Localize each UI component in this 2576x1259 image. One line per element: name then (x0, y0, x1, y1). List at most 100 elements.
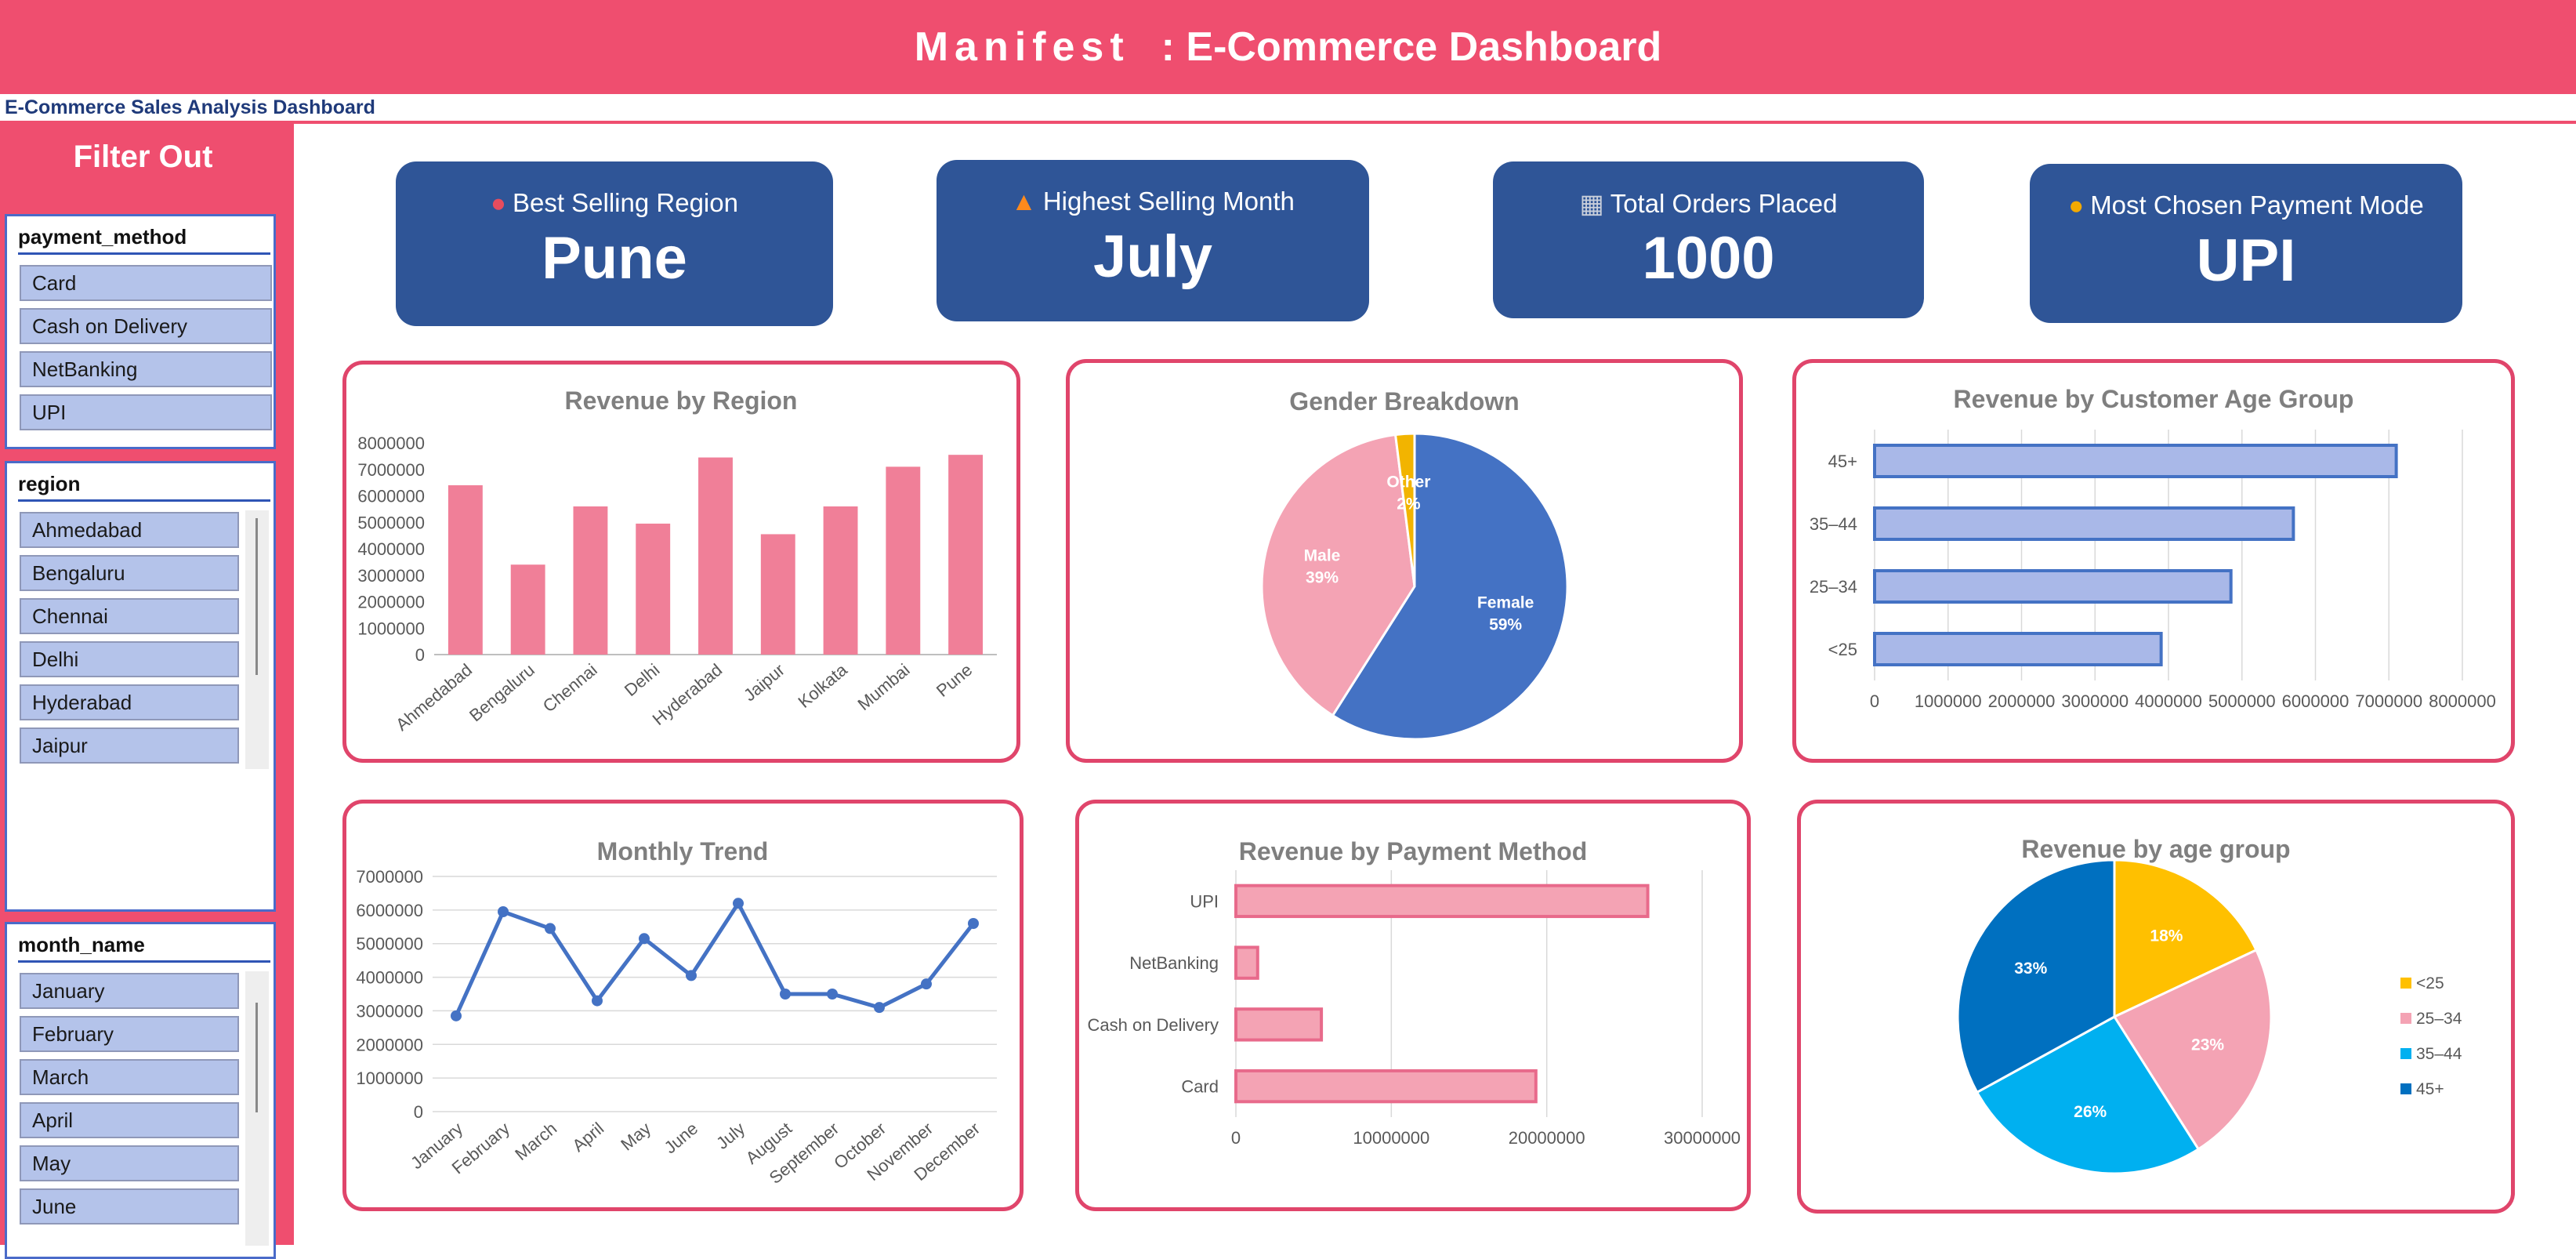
chart-svg: Monthly Trend 0 1000000 2000000 3000000 40000… (356, 837, 997, 1188)
slice-value-label: 26% (2074, 1103, 2107, 1121)
slicer-item[interactable]: January (20, 973, 239, 1009)
slice-value-label: 18% (2150, 927, 2183, 945)
y-tick-label: 0 (415, 645, 425, 665)
scrollbar-thumb[interactable] (255, 518, 258, 675)
slice-value-label: 23% (2191, 1036, 2224, 1054)
y-tick-label: 3000000 (356, 1001, 423, 1021)
scrollbar[interactable] (245, 510, 269, 769)
x-tick-label: 4000000 (2135, 691, 2202, 711)
slicer-item[interactable]: June (20, 1188, 239, 1225)
kpi-label: Best Selling Region (512, 188, 738, 217)
x-tick-label: Delhi (621, 660, 663, 700)
data-point (592, 995, 603, 1007)
slicer-item[interactable]: UPI (20, 394, 272, 430)
slicer-region: region Ahmedabad Bengaluru Chennai Delhi… (5, 461, 276, 912)
filter-sidebar: Filter Out payment_method Card Cash on D… (0, 124, 294, 1259)
bar (698, 457, 733, 655)
kpi-total-orders: ▦ Total Orders Placed 1000 (1493, 161, 1924, 318)
y-tick-label: 1000000 (357, 619, 425, 638)
data-point (874, 1002, 885, 1014)
bar (573, 506, 608, 655)
x-tick-label: April (568, 1119, 607, 1156)
slicer-item[interactable]: Jaipur (20, 727, 239, 764)
bar (1234, 883, 1650, 919)
x-tick-label: July (712, 1119, 748, 1153)
chart-revenue-by-region: Revenue by Region 0 1000000 2000000 3000000 4… (342, 361, 1020, 763)
chart-revenue-by-payment-method: Revenue by Payment Method 0 10000000 200000… (1075, 800, 1751, 1211)
slice-value-label: 59% (1489, 616, 1522, 634)
slicer-item[interactable]: Bengaluru (20, 555, 239, 591)
y-tick-label: 1000000 (356, 1069, 423, 1088)
slicer-item[interactable]: Cash on Delivery (20, 308, 272, 344)
x-tick-label: 5000000 (2208, 691, 2276, 711)
y-tick-label: 45+ (1828, 452, 1857, 471)
x-tick-label: Hyderabad (649, 660, 726, 729)
slice-name-label: Other (1386, 473, 1430, 491)
chart-gender-breakdown: Gender Breakdown Female 59% Male 39% Other 2% (1066, 359, 1743, 763)
x-tick-label: 10000000 (1353, 1128, 1429, 1148)
data-point (827, 989, 838, 1000)
chart-title: Revenue by Region (565, 386, 798, 415)
y-tick-label: 8000000 (357, 434, 425, 453)
slicer-item[interactable]: May (20, 1145, 239, 1181)
slicer-item[interactable]: Chennai (20, 598, 239, 634)
y-tick-label: Card (1181, 1077, 1219, 1097)
map-pin-icon: ● (491, 188, 506, 217)
bar (1873, 506, 2295, 541)
kpi-payment-mode: ● Most Chosen Payment Mode UPI (2030, 164, 2462, 323)
x-tick-label: 8000000 (2429, 691, 2496, 711)
brand-logo: Manifest (914, 24, 1130, 70)
chart-svg: Revenue by Customer Age Group 0 1000000 200… (1810, 385, 2496, 711)
x-tick-label: Chennai (539, 660, 601, 717)
bar (1873, 444, 2398, 478)
slicer-item[interactable]: Hyderabad (20, 684, 239, 720)
slice-value-label: 2% (1397, 495, 1421, 513)
slice-name-label: Male (1304, 547, 1341, 565)
slice-name-label: Female (1477, 594, 1534, 612)
fire-icon: ▲ (1011, 187, 1037, 216)
y-tick-label: Cash on Delivery (1087, 1015, 1219, 1035)
x-tick-label: Kolkata (794, 659, 851, 712)
y-tick-label: 4000000 (357, 539, 425, 559)
slicer-month-name: month_name January February March April … (5, 922, 276, 1259)
header-banner: Manifest : E-Commerce Dashboard (0, 0, 2576, 94)
chart-title: Revenue by Customer Age Group (1954, 385, 2354, 413)
chart-revenue-by-age-group: Revenue by age group 18% 23% 26% 33% <25 25–34… (1797, 800, 2515, 1214)
chart-svg: Gender Breakdown Female 59% Male 39% Other 2% (1260, 387, 1569, 741)
y-tick-label: 5000000 (357, 513, 425, 532)
legend-label: 45+ (2416, 1080, 2444, 1098)
x-tick-label: Bengaluru (466, 660, 538, 726)
kpi-highest-selling-month: ▲ Highest Selling Month July (937, 160, 1369, 321)
x-tick-label: Mumbai (854, 660, 914, 714)
slicer-item[interactable]: February (20, 1016, 239, 1052)
data-point (780, 989, 791, 1000)
filter-title: Filter Out (73, 140, 213, 174)
scrollbar[interactable] (245, 971, 269, 1246)
x-tick-label: Jaipur (740, 660, 788, 706)
y-tick-label: 2000000 (357, 593, 425, 612)
keyboard-icon: ▦ (1579, 189, 1604, 218)
y-tick-label: 2000000 (356, 1035, 423, 1054)
x-tick-label: Pune (933, 660, 976, 701)
chart-title: Revenue by age group (2021, 835, 2290, 863)
legend-swatch (2400, 978, 2411, 989)
chart-title: Revenue by Payment Method (1239, 837, 1588, 865)
chart-monthly-trend: Monthly Trend 0 1000000 2000000 3000000 40000… (342, 800, 1024, 1211)
y-tick-label: 4000000 (356, 968, 423, 988)
slicer-item[interactable]: Ahmedabad (20, 512, 239, 548)
bar (760, 534, 795, 655)
legend-swatch (2400, 1083, 2411, 1094)
kpi-value: UPI (2196, 227, 2296, 294)
slicer-item[interactable]: NetBanking (20, 351, 272, 387)
kpi-value: Pune (542, 225, 687, 292)
chart-svg: Revenue by Payment Method 0 10000000 200000… (1087, 837, 1740, 1148)
slicer-item[interactable]: Delhi (20, 641, 239, 677)
slicer-item[interactable]: Card (20, 265, 272, 301)
scrollbar-thumb[interactable] (255, 1003, 258, 1112)
slice-value-label: 33% (2014, 960, 2047, 978)
bar (510, 564, 545, 655)
slicer-header: region (18, 468, 270, 502)
slicer-item[interactable]: April (20, 1102, 239, 1138)
slicer-item[interactable]: March (20, 1059, 239, 1095)
data-point (451, 1010, 462, 1021)
